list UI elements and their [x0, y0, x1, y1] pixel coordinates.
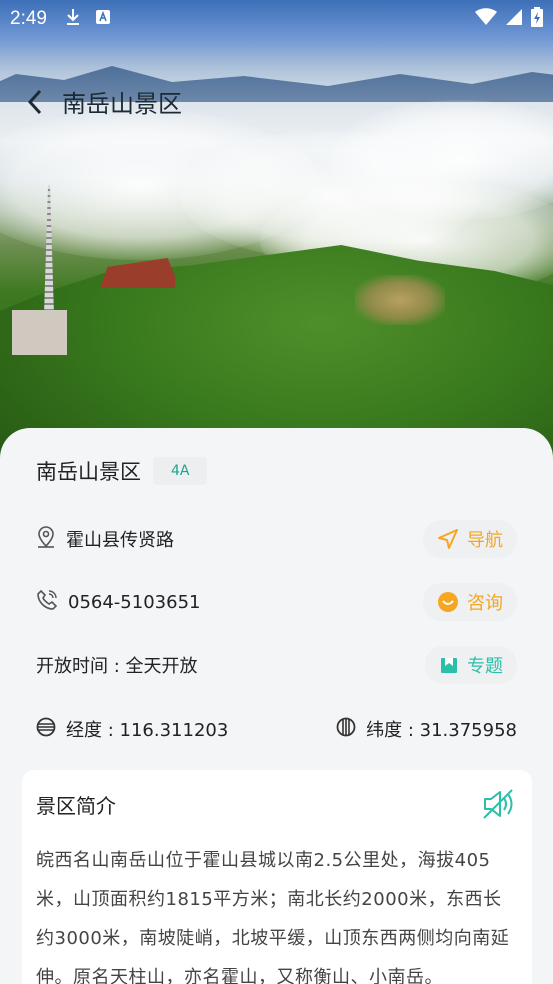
phone-row: 0564-5103651 咨询 — [36, 583, 517, 621]
chat-bubble-icon — [438, 592, 458, 612]
status-right — [475, 7, 543, 31]
address-row: 霍山县传贤路 导航 — [36, 520, 517, 558]
topic-button[interactable]: 专题 — [425, 646, 517, 684]
address-text: 霍山县传贤路 — [66, 530, 174, 551]
speaker-mute-button[interactable] — [482, 788, 516, 824]
spot-name-row: 南岳山景区 4A — [36, 456, 517, 486]
status-bar: 2:49 — [0, 0, 553, 38]
status-time: 2:49 — [10, 8, 47, 29]
speaker-mute-icon — [483, 789, 513, 819]
intro-title: 景区简介 — [36, 794, 116, 818]
temple-roof — [100, 258, 175, 288]
opening-hours: 开放时间 : 全天开放 — [36, 656, 198, 677]
intro-card: 景区简介 皖西名山南岳山位于霍山县城以南2.5公里处，海拔405米，山顶面积约1… — [22, 770, 532, 984]
phone-icon — [36, 589, 58, 615]
longitude-text: 经度 : 116.311203 — [66, 720, 229, 741]
coordinates-row: 经度 : 116.311203 纬度 : 31.375958 — [36, 716, 517, 742]
rock-cliff — [355, 275, 445, 325]
longitude-item: 经度 : 116.311203 — [36, 716, 228, 742]
back-button[interactable] — [22, 87, 48, 117]
navigation-arrow-icon — [438, 529, 458, 549]
page-title: 南岳山景区 — [62, 90, 182, 118]
navigate-label: 导航 — [467, 530, 503, 551]
navigate-button[interactable]: 导航 — [423, 520, 517, 558]
longitude-icon — [36, 717, 56, 741]
bookmark-icon — [441, 658, 457, 673]
download-icon — [65, 8, 81, 30]
chevron-left-icon — [27, 89, 42, 114]
consult-button[interactable]: 咨询 — [423, 583, 517, 621]
hero-image — [0, 0, 553, 470]
latitude-text: 纬度 : 31.375958 — [366, 720, 517, 741]
title-bar: 南岳山景区 — [22, 84, 182, 119]
white-building — [12, 310, 67, 355]
location-pin-icon — [36, 526, 56, 552]
intro-body: 皖西名山南岳山位于霍山县城以南2.5公里处，海拔405米，山顶面积约1815平方… — [36, 850, 510, 984]
battery-icon — [531, 7, 543, 31]
hours-row: 开放时间 : 全天开放 专题 — [36, 646, 517, 684]
wifi-icon — [475, 8, 497, 30]
topic-label: 专题 — [467, 656, 503, 677]
a-box-icon — [95, 9, 111, 29]
latitude-item: 纬度 : 31.375958 — [336, 716, 517, 742]
spot-name: 南岳山景区 — [36, 460, 141, 484]
consult-label: 咨询 — [467, 593, 503, 614]
grade-badge: 4A — [153, 457, 208, 485]
latitude-icon — [336, 717, 356, 741]
signal-icon — [505, 8, 523, 30]
phone-text: 0564-5103651 — [68, 591, 201, 613]
